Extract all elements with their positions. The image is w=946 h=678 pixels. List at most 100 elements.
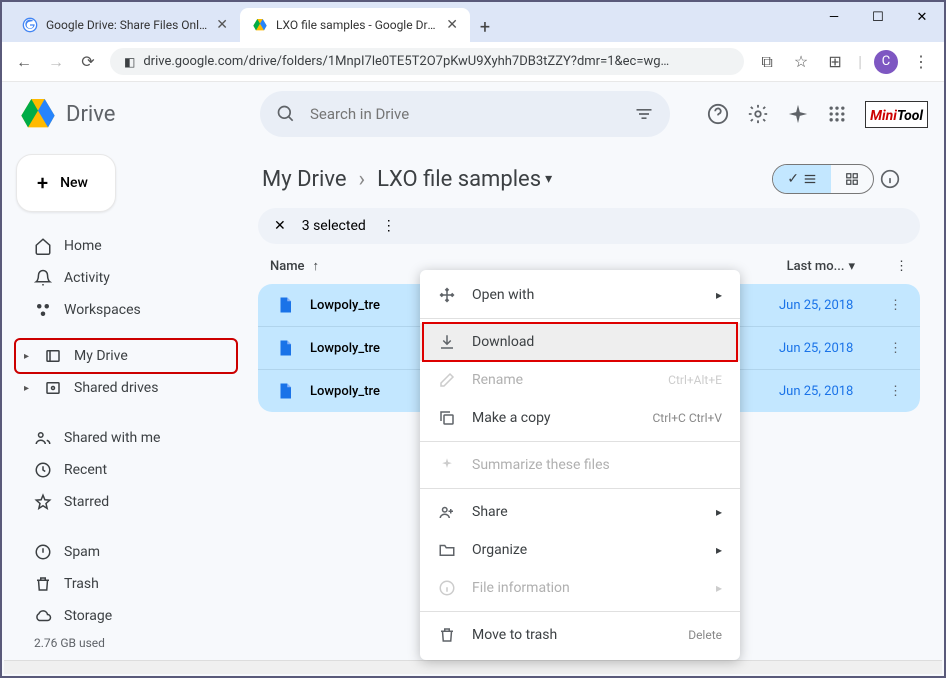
- drive-header: Drive MiniTool: [2, 82, 944, 146]
- grid-view-button[interactable]: [831, 165, 873, 193]
- spam-icon: [34, 543, 52, 561]
- breadcrumb-root[interactable]: My Drive: [262, 167, 347, 192]
- submenu-arrow-icon: ▸: [716, 505, 722, 519]
- plus-icon: +: [37, 171, 48, 195]
- bookmark-icon[interactable]: ☆: [790, 52, 812, 71]
- chevron-right-icon: ›: [359, 167, 366, 192]
- sidebar-item-spam[interactable]: Spam: [16, 536, 236, 568]
- file-modified: Jun 25, 2018: [779, 384, 869, 399]
- file-icon: [276, 382, 294, 400]
- profile-avatar[interactable]: C: [874, 50, 898, 74]
- expand-icon[interactable]: ▸: [24, 383, 32, 394]
- breadcrumb-current[interactable]: LXO file samples▾: [377, 167, 552, 192]
- file-icon: [276, 339, 294, 357]
- context-menu: Open with▸ Download RenameCtrl+Alt+E Mak…: [420, 270, 740, 660]
- url-text: drive.google.com/drive/folders/1MnpI7le0…: [143, 54, 730, 69]
- search-bar[interactable]: [260, 91, 670, 137]
- sidebar-item-trash[interactable]: Trash: [16, 568, 236, 600]
- star-icon: [34, 493, 52, 511]
- browser-tab-0[interactable]: Google Drive: Share Files Online ✕: [10, 8, 240, 42]
- copy-icon: [438, 409, 456, 427]
- extensions-icon[interactable]: ⊞: [824, 52, 846, 71]
- browser-tab-1[interactable]: LXO file samples - Google Drive ✕: [240, 8, 470, 42]
- info-icon[interactable]: [880, 169, 916, 189]
- sidebar-item-shared-drives[interactable]: ▸Shared drives: [16, 372, 236, 404]
- file-name: Lowpoly_tre: [310, 384, 410, 399]
- download-icon: [438, 333, 456, 351]
- menu-move-to-trash[interactable]: Move to trashDelete: [420, 616, 740, 654]
- file-icon: [276, 296, 294, 314]
- settings-icon[interactable]: [747, 103, 769, 125]
- dropdown-caret-icon: ▾: [545, 171, 552, 187]
- close-selection-icon[interactable]: ✕: [274, 218, 286, 234]
- row-more-icon[interactable]: ⋮: [889, 341, 902, 356]
- bell-icon: [34, 269, 52, 287]
- search-options-icon[interactable]: [634, 104, 654, 124]
- sidebar-item-workspaces[interactable]: Workspaces: [16, 294, 236, 326]
- maximize-button[interactable]: ☐: [856, 2, 900, 32]
- selection-count: 3 selected: [302, 218, 366, 234]
- gemini-icon[interactable]: [787, 103, 809, 125]
- file-name: Lowpoly_tre: [310, 298, 410, 313]
- apps-icon[interactable]: [827, 104, 847, 124]
- sparkle-icon: [438, 456, 456, 474]
- sidebar-item-activity[interactable]: Activity: [16, 262, 236, 294]
- breadcrumb: My Drive › LXO file samples▾ ✓: [250, 154, 928, 204]
- menu-download[interactable]: Download: [420, 323, 740, 361]
- browser-toolbar: ← → ⟳ ◧ drive.google.com/drive/folders/1…: [2, 42, 944, 82]
- sidebar-item-shared-with-me[interactable]: Shared with me: [16, 422, 236, 454]
- drive-logo[interactable]: Drive: [18, 94, 248, 134]
- address-bar[interactable]: ◧ drive.google.com/drive/folders/1MnpI7l…: [110, 48, 744, 75]
- more-columns-icon[interactable]: ⋮: [895, 259, 908, 274]
- menu-share[interactable]: Share▸: [420, 493, 740, 531]
- storage-used-text: 2.76 GB used: [16, 636, 236, 650]
- drive-favicon: [252, 17, 268, 33]
- open-with-icon: [438, 286, 456, 304]
- tab-title: Google Drive: Share Files Online: [46, 18, 208, 32]
- sidebar-item-starred[interactable]: Starred: [16, 486, 236, 518]
- minitool-logo: MiniTool: [865, 101, 928, 128]
- row-more-icon[interactable]: ⋮: [889, 298, 902, 313]
- screen-share-icon[interactable]: ⧉: [756, 52, 778, 72]
- list-view-button[interactable]: ✓: [773, 165, 831, 193]
- menu-summarize: Summarize these files: [420, 446, 740, 484]
- horizontal-scrollbar[interactable]: [4, 660, 942, 674]
- close-window-button[interactable]: ✕: [900, 2, 944, 32]
- selection-bar: ✕ 3 selected ⋮: [258, 208, 920, 244]
- col-name[interactable]: Name: [270, 259, 305, 274]
- search-input[interactable]: [310, 105, 620, 123]
- col-last-modified[interactable]: Last mo...▾: [787, 259, 855, 274]
- minimize-button[interactable]: —: [812, 2, 856, 32]
- trash-icon: [34, 575, 52, 593]
- site-info-icon[interactable]: ◧: [124, 55, 135, 69]
- menu-organize[interactable]: Organize▸: [420, 531, 740, 569]
- close-tab-icon[interactable]: ✕: [216, 17, 228, 33]
- menu-open-with[interactable]: Open with▸: [420, 276, 740, 314]
- info-icon: [438, 579, 456, 597]
- new-tab-button[interactable]: +: [470, 17, 500, 42]
- close-tab-icon[interactable]: ✕: [446, 17, 458, 33]
- help-icon[interactable]: [707, 103, 729, 125]
- back-button[interactable]: ←: [14, 52, 34, 72]
- share-icon: [438, 503, 456, 521]
- google-favicon: [22, 17, 38, 33]
- menu-make-copy[interactable]: Make a copyCtrl+C Ctrl+V: [420, 399, 740, 437]
- sort-asc-icon[interactable]: ↑: [313, 258, 320, 274]
- file-modified: Jun 25, 2018: [779, 298, 869, 313]
- sidebar-item-my-drive[interactable]: ▸My Drive: [16, 340, 236, 372]
- sidebar-item-home[interactable]: Home: [16, 230, 236, 262]
- folder-icon: [438, 541, 456, 559]
- home-icon: [34, 237, 52, 255]
- sidebar: + New Home Activity Workspaces ▸My Drive…: [2, 82, 250, 676]
- browser-menu-icon[interactable]: ⋮: [910, 52, 932, 71]
- sidebar-item-recent[interactable]: Recent: [16, 454, 236, 486]
- reload-button[interactable]: ⟳: [78, 52, 98, 71]
- expand-icon[interactable]: ▸: [24, 351, 32, 362]
- new-button[interactable]: + New: [16, 154, 116, 212]
- sidebar-item-storage[interactable]: Storage: [16, 600, 236, 632]
- more-actions-icon[interactable]: ⋮: [382, 218, 396, 234]
- search-icon: [276, 104, 296, 124]
- submenu-arrow-icon: ▸: [716, 288, 722, 302]
- row-more-icon[interactable]: ⋮: [889, 384, 902, 399]
- forward-button[interactable]: →: [46, 52, 66, 72]
